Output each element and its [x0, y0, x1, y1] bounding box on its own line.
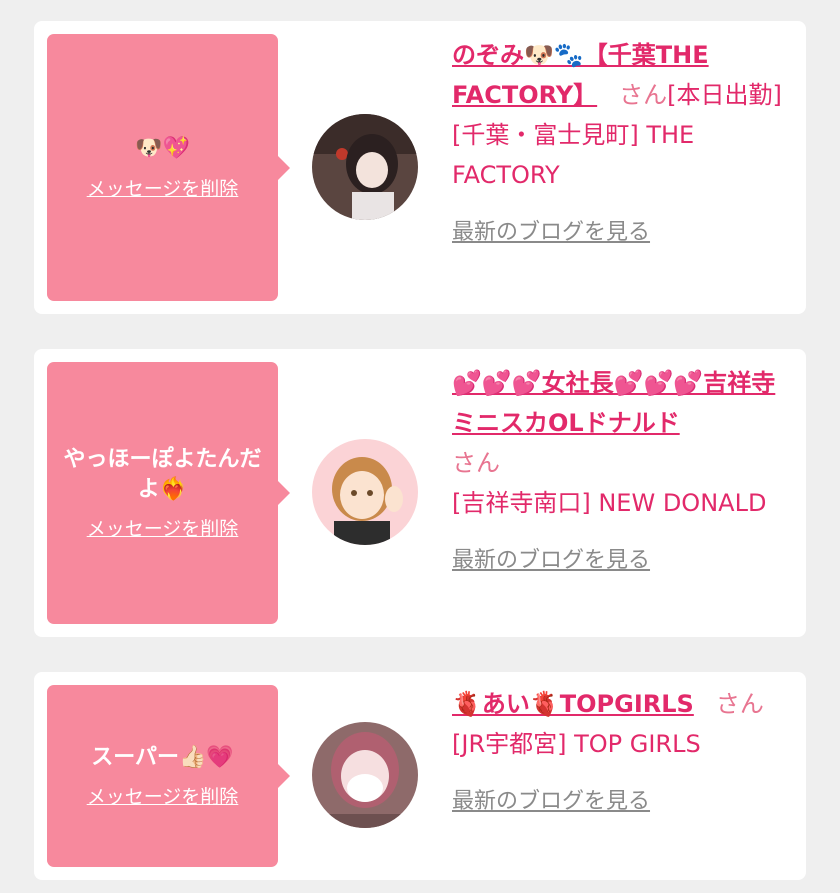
message-card: やっほーぽよたんだよ❤️‍🔥 メッセージを削除 💕💕💕女社長💕💕💕吉祥寺ミニスカ… — [34, 349, 806, 637]
girl-name-link[interactable]: 🫀あい🫀TOPGIRLS — [452, 690, 694, 718]
girl-photo-icon — [312, 722, 418, 828]
message-text: 🐶💖 — [135, 136, 190, 162]
message-card: スーパー👍🏻💗 メッセージを削除 🫀あい🫀TOPGIRLS さん [JR宇都宮] … — [34, 672, 806, 880]
avatar[interactable] — [312, 722, 418, 828]
shop-name: [JR宇都宮] TOP GIRLS — [452, 730, 701, 758]
honorific: さん — [715, 690, 764, 718]
message-bubble: 🐶💖 メッセージを削除 — [47, 34, 290, 301]
girl-info: 🫀あい🫀TOPGIRLS さん [JR宇都宮] TOP GIRLS 最新のブログを… — [452, 684, 792, 822]
avatar[interactable] — [312, 114, 418, 220]
latest-blog-link[interactable]: 最新のブログを見る — [452, 782, 650, 822]
shop-name: [吉祥寺南口] NEW DONALD — [452, 489, 767, 517]
girl-info: 💕💕💕女社長💕💕💕吉祥寺ミニスカOLドナルド さん [吉祥寺南口] NEW DO… — [452, 363, 792, 581]
delete-message-link[interactable]: メッセージを削除 — [87, 514, 239, 541]
message-bubble: やっほーぽよたんだよ❤️‍🔥 メッセージを削除 — [47, 362, 290, 624]
girl-name-link[interactable]: 💕💕💕女社長💕💕💕吉祥寺ミニスカOLドナルド — [452, 369, 775, 437]
anime-avatar-icon — [312, 439, 418, 545]
avatar[interactable] — [312, 439, 418, 545]
shop-name: [千葉・富士見町] THE FACTORY — [452, 121, 695, 189]
work-status: [本日出勤] — [667, 81, 782, 109]
girl-photo-icon — [312, 114, 418, 220]
message-bubble: スーパー👍🏻💗 メッセージを削除 — [47, 685, 290, 867]
message-card: 🐶💖 メッセージを削除 のぞみ🐶🐾【千葉THE FACTORY】 さん[本日出勤]… — [34, 21, 806, 314]
message-text: スーパー👍🏻💗 — [91, 744, 234, 770]
latest-blog-link[interactable]: 最新のブログを見る — [452, 213, 650, 253]
girl-info: のぞみ🐶🐾【千葉THE FACTORY】 さん[本日出勤] [千葉・富士見町] T… — [452, 35, 792, 253]
delete-message-link[interactable]: メッセージを削除 — [87, 782, 239, 809]
message-text: やっほーぽよたんだよ❤️‍🔥 — [63, 446, 262, 502]
delete-message-link[interactable]: メッセージを削除 — [87, 174, 239, 201]
latest-blog-link[interactable]: 最新のブログを見る — [452, 541, 650, 581]
honorific: さん — [619, 81, 668, 109]
honorific: さん — [452, 449, 500, 477]
